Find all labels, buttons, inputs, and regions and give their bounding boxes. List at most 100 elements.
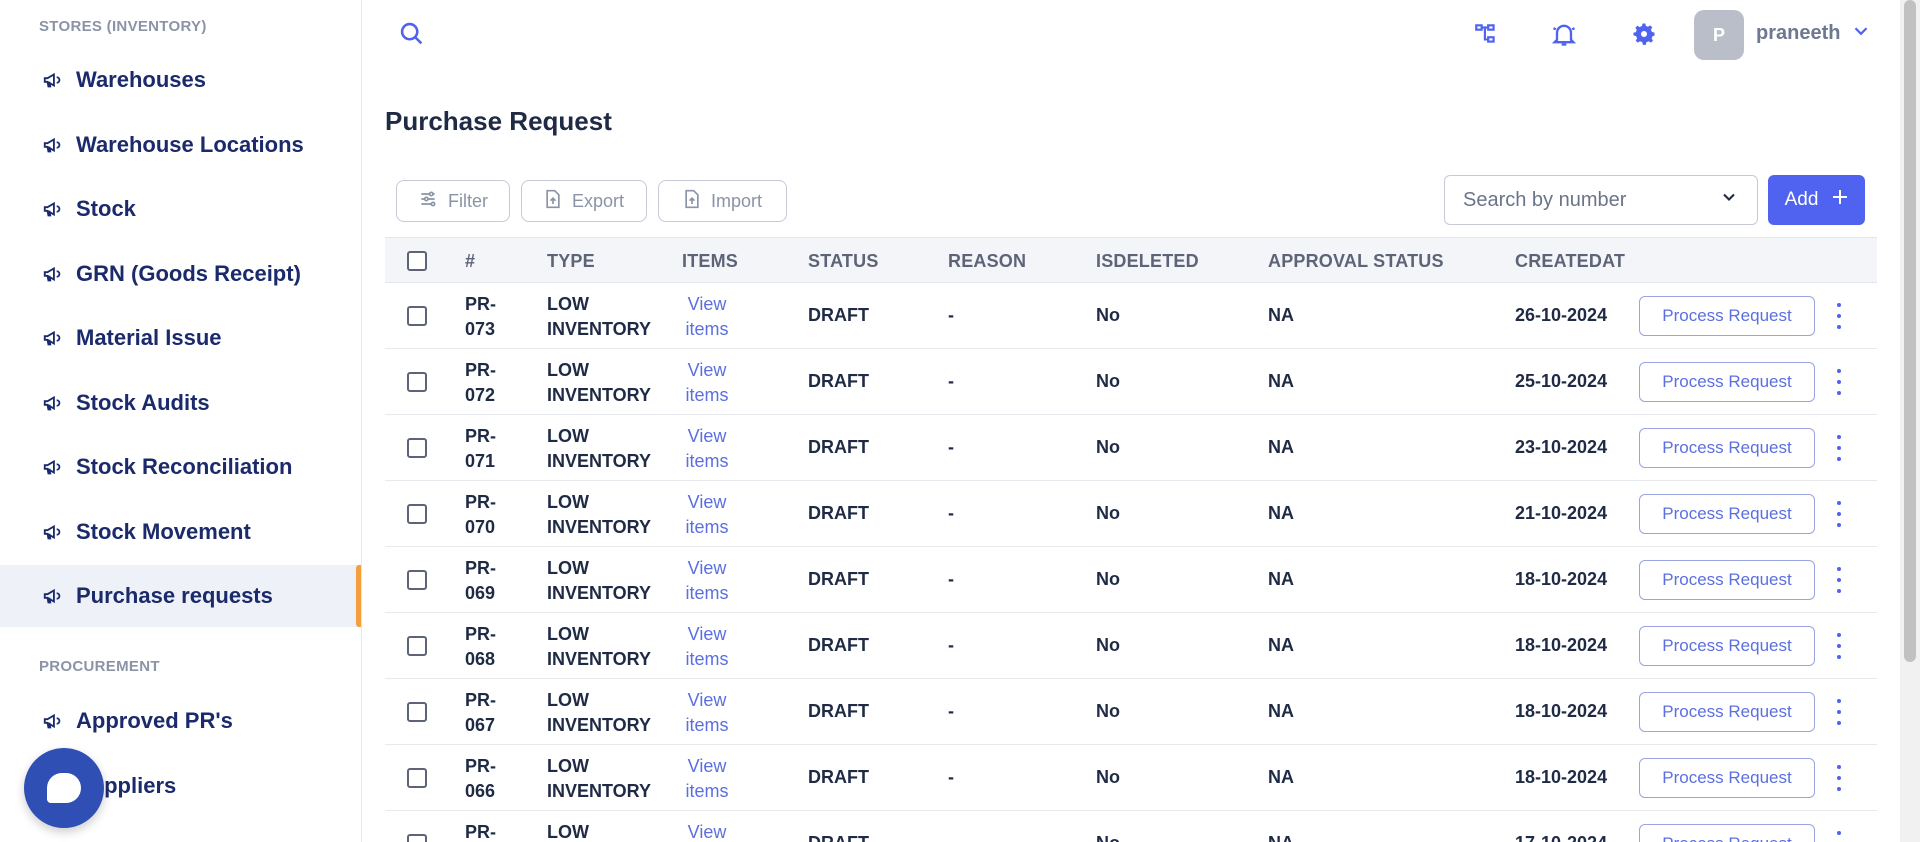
row-isdeleted: No bbox=[1096, 833, 1120, 842]
row-reason: - bbox=[948, 569, 954, 589]
row-number-line-2: 066 bbox=[465, 781, 496, 801]
sidebar-item-warehouses[interactable]: Warehouses bbox=[0, 49, 361, 111]
row-number-line-1: PR- bbox=[465, 360, 496, 380]
view-items-link[interactable]: View items bbox=[677, 688, 737, 738]
row-type-line-1: LOW bbox=[547, 492, 589, 512]
view-items-link[interactable]: View items bbox=[677, 358, 737, 408]
view-items-link[interactable]: View items bbox=[677, 292, 737, 342]
view-items-link[interactable]: View items bbox=[677, 424, 737, 474]
row-checkbox[interactable] bbox=[407, 372, 427, 392]
row-type-line-2: INVENTORY bbox=[547, 583, 652, 603]
bell-icon[interactable] bbox=[1548, 18, 1580, 50]
row-checkbox[interactable] bbox=[407, 834, 427, 842]
row-checkbox[interactable] bbox=[407, 438, 427, 458]
sidebar-item-stock[interactable]: Stock bbox=[0, 178, 361, 240]
more-options-icon[interactable] bbox=[1833, 765, 1845, 791]
more-options-icon[interactable] bbox=[1833, 369, 1845, 395]
org-chart-icon[interactable] bbox=[1470, 18, 1502, 50]
sidebar-item-stock-reconciliation[interactable]: Stock Reconciliation bbox=[0, 436, 361, 498]
import-button[interactable]: Import bbox=[658, 180, 787, 222]
view-items-line-2: items bbox=[685, 319, 729, 339]
sidebar-item-warehouse-locations[interactable]: Warehouse Locations bbox=[0, 114, 361, 176]
table-row: PR- LOW View DRAFT No NA 17-10-2024 Process Req… bbox=[385, 811, 1877, 842]
view-items-link[interactable]: View bbox=[677, 820, 737, 842]
view-items-link[interactable]: View items bbox=[677, 622, 737, 672]
row-status: DRAFT bbox=[808, 569, 869, 589]
process-request-button[interactable]: Process Request bbox=[1639, 560, 1815, 600]
sidebar-item-stock-audits[interactable]: Stock Audits bbox=[0, 372, 361, 434]
row-checkbox[interactable] bbox=[407, 636, 427, 656]
page-scrollbar-thumb[interactable] bbox=[1904, 0, 1916, 662]
row-checkbox[interactable] bbox=[407, 702, 427, 722]
chevron-down-icon[interactable] bbox=[1850, 20, 1872, 42]
search-icon[interactable] bbox=[398, 20, 426, 48]
more-options-icon[interactable] bbox=[1833, 303, 1845, 329]
row-status: DRAFT bbox=[808, 503, 869, 523]
chat-widget-button[interactable] bbox=[24, 748, 104, 828]
row-reason: - bbox=[948, 503, 954, 523]
process-request-button[interactable]: Process Request bbox=[1639, 494, 1815, 534]
sidebar-item-material-issue[interactable]: Material Issue bbox=[0, 307, 361, 369]
sidebar-item-label: Warehouses bbox=[76, 67, 207, 92]
row-createdat: 23-10-2024 bbox=[1515, 437, 1608, 457]
search-select-placeholder: Search by number bbox=[1463, 188, 1627, 211]
row-createdat: 18-10-2024 bbox=[1515, 635, 1608, 655]
row-type-line-1: LOW bbox=[547, 822, 589, 842]
row-type: LOW INVENTORY bbox=[547, 688, 651, 738]
view-items-link[interactable]: View items bbox=[677, 490, 737, 540]
row-type: LOW bbox=[547, 820, 589, 842]
row-type-line-2: INVENTORY bbox=[547, 517, 652, 537]
process-request-button[interactable]: Process Request bbox=[1639, 692, 1815, 732]
row-createdat: 17-10-2024 bbox=[1515, 833, 1607, 842]
sidebar-item-approved-prs[interactable]: Approved PR's bbox=[0, 690, 361, 752]
row-checkbox[interactable] bbox=[407, 306, 427, 326]
process-request-button[interactable]: Process Request bbox=[1639, 758, 1815, 798]
process-request-button[interactable]: Process Request bbox=[1639, 362, 1815, 402]
process-request-button[interactable]: Process Request bbox=[1639, 824, 1815, 842]
row-createdat: 18-10-2024 bbox=[1515, 767, 1608, 787]
row-type-line-2: INVENTORY bbox=[547, 385, 652, 405]
view-items-link[interactable]: View items bbox=[677, 754, 737, 804]
row-checkbox[interactable] bbox=[407, 570, 427, 590]
avatar[interactable]: P bbox=[1694, 10, 1744, 60]
more-options-icon[interactable] bbox=[1833, 633, 1845, 659]
row-number-line-2: 068 bbox=[465, 649, 496, 669]
process-request-button[interactable]: Process Request bbox=[1639, 428, 1815, 468]
process-request-button[interactable]: Process Request bbox=[1639, 626, 1815, 666]
row-number: PR- 071 bbox=[465, 424, 496, 474]
column-header-items: ITEMS bbox=[682, 251, 739, 271]
table-row: PR- 071 LOW INVENTORY View items DRAFT - No NA 23-… bbox=[385, 415, 1877, 481]
sidebar: STORES (INVENTORY) Warehouses Warehouse … bbox=[0, 0, 362, 842]
username[interactable]: praneeth bbox=[1756, 22, 1840, 45]
more-options-icon[interactable] bbox=[1833, 435, 1845, 461]
add-button[interactable]: Add bbox=[1768, 175, 1865, 225]
select-all-checkbox[interactable] bbox=[407, 251, 427, 271]
gear-icon[interactable] bbox=[1628, 18, 1660, 50]
sidebar-item-purchase-requests[interactable]: Purchase requests bbox=[0, 565, 361, 627]
more-options-icon[interactable] bbox=[1833, 699, 1845, 725]
process-request-button[interactable]: Process Request bbox=[1639, 296, 1815, 336]
view-items-link[interactable]: View items bbox=[677, 556, 737, 606]
row-number-line-1: PR- bbox=[465, 822, 496, 842]
row-checkbox[interactable] bbox=[407, 504, 427, 524]
row-reason: - bbox=[948, 701, 954, 721]
row-approval-status: NA bbox=[1268, 569, 1294, 589]
row-createdat: 25-10-2024 bbox=[1515, 371, 1608, 391]
row-status: DRAFT bbox=[808, 635, 869, 655]
more-options-icon[interactable] bbox=[1833, 501, 1845, 527]
export-button[interactable]: Export bbox=[521, 180, 647, 222]
filter-button[interactable]: Filter bbox=[396, 180, 510, 222]
sidebar-item-stock-movement[interactable]: Stock Movement bbox=[0, 501, 361, 563]
more-options-icon[interactable] bbox=[1833, 831, 1845, 842]
row-approval-status: NA bbox=[1268, 701, 1294, 721]
column-header-number: # bbox=[465, 251, 476, 271]
megaphone-icon bbox=[42, 585, 64, 607]
filter-icon bbox=[418, 189, 438, 214]
view-items-line-1: View bbox=[687, 360, 727, 380]
view-items-line-1: View bbox=[687, 294, 727, 314]
more-options-icon[interactable] bbox=[1833, 567, 1845, 593]
search-by-number-select[interactable]: Search by number bbox=[1444, 175, 1758, 225]
row-isdeleted: No bbox=[1096, 635, 1120, 655]
row-checkbox[interactable] bbox=[407, 768, 427, 788]
sidebar-item-grn[interactable]: GRN (Goods Receipt) bbox=[0, 243, 361, 305]
